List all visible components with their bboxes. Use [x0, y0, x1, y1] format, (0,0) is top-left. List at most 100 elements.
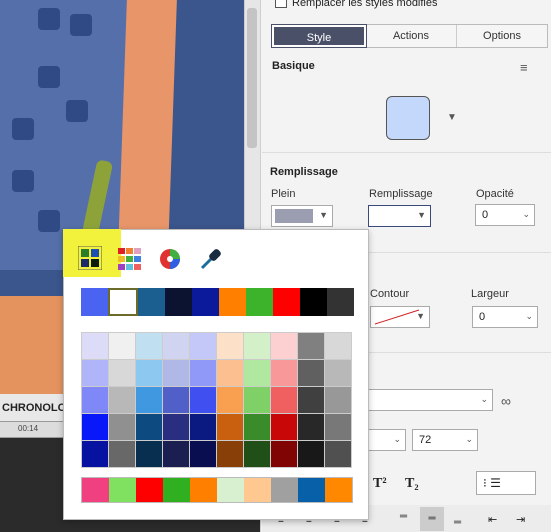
color-swatch[interactable]: [325, 387, 351, 413]
remplissage-label: Remplissage: [369, 188, 433, 200]
font-dropdown[interactable]: ⌄: [368, 389, 493, 411]
color-swatch[interactable]: [190, 387, 216, 413]
color-swatch[interactable]: [163, 333, 189, 359]
valign-top-icon[interactable]: ═: [400, 511, 407, 522]
tab-style[interactable]: Style: [271, 24, 367, 48]
recent-color-swatch[interactable]: [300, 288, 327, 316]
style-menu-icon[interactable]: ≡: [520, 60, 528, 75]
color-swatch[interactable]: [271, 414, 297, 440]
color-swatch[interactable]: [217, 387, 243, 413]
color-swatch[interactable]: [136, 333, 162, 359]
color-swatch[interactable]: [298, 414, 324, 440]
custom-color-swatch[interactable]: [136, 478, 163, 502]
color-swatch[interactable]: [82, 333, 108, 359]
tab-options[interactable]: Options: [457, 25, 547, 47]
color-swatch[interactable]: [244, 414, 270, 440]
color-swatch[interactable]: [271, 441, 297, 467]
recent-color-swatch[interactable]: [219, 288, 246, 316]
color-palette-icon[interactable]: [118, 248, 142, 273]
recent-color-swatch[interactable]: [138, 288, 165, 316]
color-swatch[interactable]: [271, 387, 297, 413]
valign-middle-icon[interactable]: ═: [420, 507, 444, 531]
color-swatch[interactable]: [163, 360, 189, 386]
color-swatch[interactable]: [82, 360, 108, 386]
color-swatch[interactable]: [217, 333, 243, 359]
recent-color-swatch[interactable]: [246, 288, 273, 316]
color-swatch[interactable]: [190, 360, 216, 386]
color-swatch[interactable]: [136, 387, 162, 413]
indent-right-icon[interactable]: ⇥: [516, 513, 525, 526]
color-swatch[interactable]: [109, 360, 135, 386]
indent-left-icon[interactable]: ⇤: [488, 513, 497, 526]
color-swatch[interactable]: [217, 360, 243, 386]
color-swatch[interactable]: [325, 360, 351, 386]
custom-color-swatch[interactable]: [82, 478, 109, 502]
eyedropper-icon[interactable]: [198, 246, 222, 275]
color-swatch[interactable]: [271, 360, 297, 386]
opacity-input[interactable]: 0 ⌄: [475, 204, 535, 226]
replace-styles-checkbox[interactable]: [275, 0, 287, 8]
scrollbar-thumb[interactable]: [247, 8, 257, 148]
subscript-button[interactable]: T₂: [405, 476, 419, 492]
recent-color-swatch[interactable]: [165, 288, 192, 316]
fill-color-dropdown[interactable]: ▼: [368, 205, 431, 227]
color-swatch[interactable]: [136, 360, 162, 386]
custom-color-swatch[interactable]: [190, 478, 217, 502]
superscript-button[interactable]: T²: [373, 476, 387, 492]
color-swatch[interactable]: [190, 333, 216, 359]
color-swatch[interactable]: [217, 414, 243, 440]
color-swatch[interactable]: [217, 441, 243, 467]
custom-color-swatch[interactable]: [325, 478, 352, 502]
tab-actions[interactable]: Actions: [366, 25, 457, 47]
color-swatch[interactable]: [163, 414, 189, 440]
color-swatch[interactable]: [298, 441, 324, 467]
recent-color-swatch[interactable]: [192, 288, 219, 316]
color-swatch[interactable]: [163, 441, 189, 467]
color-swatch[interactable]: [82, 441, 108, 467]
color-swatch[interactable]: [163, 387, 189, 413]
color-swatch[interactable]: [298, 387, 324, 413]
color-swatch[interactable]: [190, 414, 216, 440]
contour-dropdown[interactable]: ▼: [370, 306, 430, 328]
recent-color-swatch[interactable]: [81, 288, 108, 316]
bullet-list-button[interactable]: ⁝ ☰: [476, 471, 536, 495]
color-swatch[interactable]: [190, 441, 216, 467]
color-swatch[interactable]: [298, 333, 324, 359]
color-swatch[interactable]: [82, 414, 108, 440]
largeur-input[interactable]: 0 ⌄: [472, 306, 538, 328]
custom-color-swatch[interactable]: [244, 478, 271, 502]
color-swatch[interactable]: [244, 387, 270, 413]
plein-dropdown[interactable]: ▼: [271, 205, 333, 227]
color-swatch[interactable]: [109, 333, 135, 359]
color-swatch[interactable]: [325, 414, 351, 440]
color-swatch[interactable]: [325, 441, 351, 467]
recent-color-swatch[interactable]: [273, 288, 300, 316]
color-swatch[interactable]: [298, 360, 324, 386]
color-swatch[interactable]: [325, 333, 351, 359]
color-swatch[interactable]: [136, 414, 162, 440]
color-swatch[interactable]: [244, 360, 270, 386]
color-swatch[interactable]: [109, 387, 135, 413]
valign-bottom-icon[interactable]: ═: [454, 517, 461, 528]
color-swatch[interactable]: [244, 333, 270, 359]
recent-color-swatch[interactable]: [327, 288, 354, 316]
chevron-down-icon[interactable]: ▼: [447, 112, 457, 123]
font-size-input[interactable]: 72 ⌄: [412, 429, 478, 451]
recent-color-swatch[interactable]: [108, 288, 138, 316]
color-swatch[interactable]: [109, 441, 135, 467]
color-swatch[interactable]: [136, 441, 162, 467]
custom-color-swatch[interactable]: [271, 478, 298, 502]
swatch-grid-mode-icon[interactable]: [77, 245, 103, 273]
color-swatch[interactable]: [271, 333, 297, 359]
color-swatch[interactable]: [109, 414, 135, 440]
color-swatch[interactable]: [244, 441, 270, 467]
font-style-dropdown[interactable]: ⌄: [368, 429, 406, 451]
custom-color-swatch[interactable]: [109, 478, 136, 502]
color-wheel-icon[interactable]: [158, 247, 182, 274]
fill-preview-swatch[interactable]: [386, 96, 430, 140]
link-icon[interactable]: ∞: [501, 393, 511, 409]
custom-color-swatch[interactable]: [217, 478, 244, 502]
custom-color-swatch[interactable]: [298, 478, 325, 502]
custom-color-swatch[interactable]: [163, 478, 190, 502]
color-swatch[interactable]: [82, 387, 108, 413]
